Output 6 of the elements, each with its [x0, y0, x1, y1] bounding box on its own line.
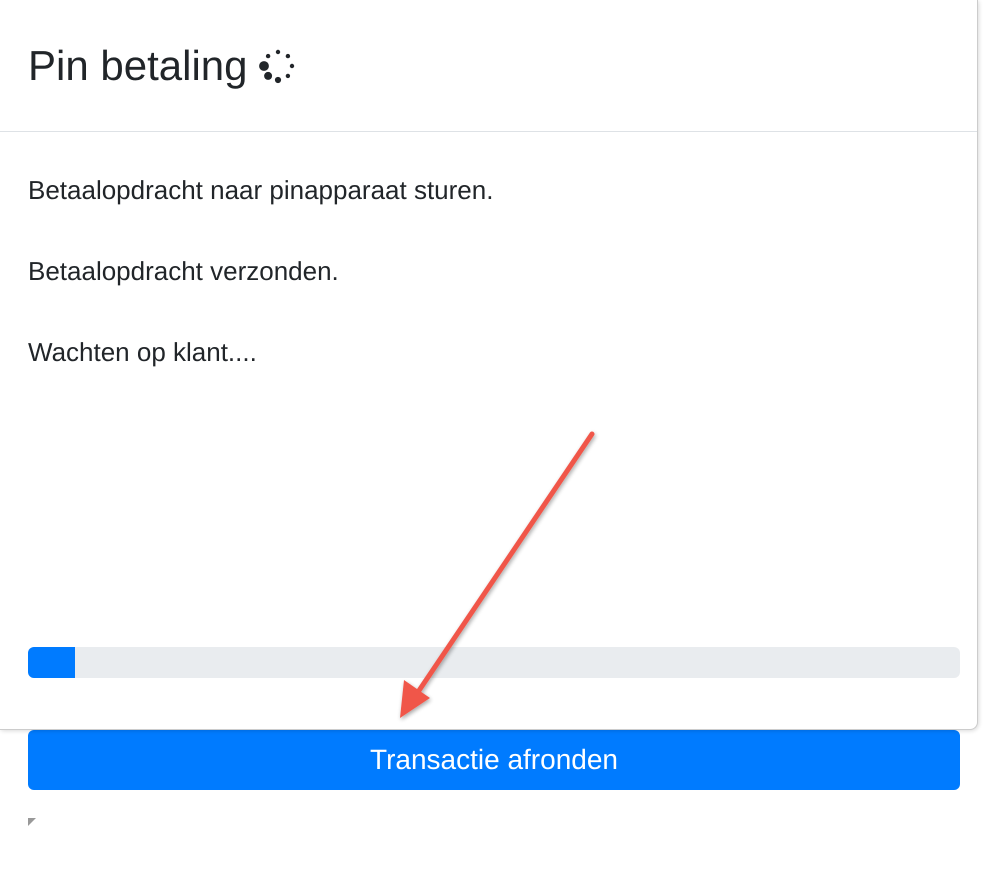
resize-icon	[28, 818, 36, 826]
status-message: Betaalopdracht verzonden.	[28, 258, 340, 288]
dialog-title: Pin betaling	[28, 42, 248, 90]
status-message: Betaalopdracht naar pinapparaat sturen.	[28, 177, 494, 207]
finish-button[interactable]: Transactie afronden	[28, 730, 960, 790]
status-message: Wachten op klant....	[28, 339, 258, 369]
